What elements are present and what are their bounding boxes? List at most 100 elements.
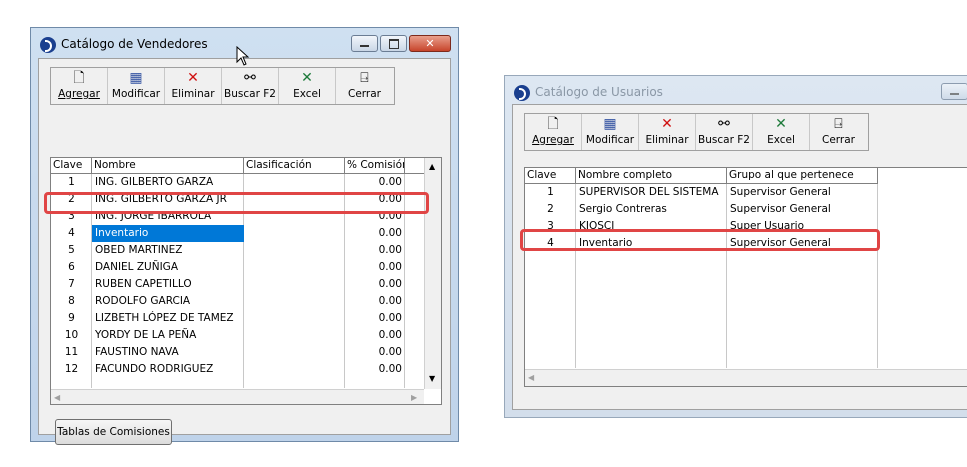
buscar-button[interactable]: ⚯ Buscar F2 (696, 114, 753, 150)
eliminar-button[interactable]: ✕ Eliminar (165, 68, 222, 104)
table-row[interactable]: 10 YORDY DE LA PEÑA 0.00 (51, 327, 405, 344)
excel-button[interactable]: ✕ Excel (279, 68, 336, 104)
window-title: Catálogo de Usuarios (535, 85, 663, 99)
usuarios-grid[interactable]: Clave Nombre completo Grupo al que perte… (524, 167, 967, 387)
scroll-left-icon[interactable]: ◀ (54, 393, 60, 402)
cell-clasificacion (244, 327, 345, 344)
delete-x-icon: ✕ (187, 70, 199, 86)
cell-comision: 0.00 (378, 227, 402, 239)
cell-comision: 0.00 (378, 261, 402, 273)
table-row[interactable]: 11 FAUSTINO NAVA 0.00 (51, 344, 405, 361)
eliminar-label: Eliminar (645, 134, 689, 146)
cerrar-button[interactable]: ⍈ Cerrar (810, 114, 867, 150)
excel-icon: ✕ (775, 116, 787, 132)
scroll-right-icon[interactable]: ▶ (411, 393, 417, 402)
buscar-button[interactable]: ⚯ Buscar F2 (222, 68, 279, 104)
eliminar-button[interactable]: ✕ Eliminar (639, 114, 696, 150)
cell-nombre: Inventario (92, 225, 244, 242)
cell-nombre: FAUSTINO NAVA (95, 346, 179, 358)
col-clave[interactable]: Clave (51, 158, 92, 174)
grid-header: Clave Nombre completo Grupo al que perte… (525, 168, 878, 184)
cell-clasificacion (244, 225, 345, 242)
table-row[interactable]: 7 RUBEN CAPETILLO 0.00 (51, 276, 405, 293)
cell-nombre: DANIEL ZUÑIGA (95, 261, 179, 273)
cell-grupo: Supervisor General (730, 186, 831, 198)
cerrar-button[interactable]: ⍈ Cerrar (336, 68, 393, 104)
minimize-icon (360, 45, 369, 47)
scroll-left-icon[interactable]: ◀ (528, 373, 534, 382)
vendedores-client: 🗋 Agregar ▦ Modificar ✕ Eliminar ⚯ Busca… (38, 58, 451, 445)
buscar-label: Buscar F2 (698, 134, 750, 146)
modificar-label: Modificar (585, 134, 635, 146)
col-nombre-completo[interactable]: Nombre completo (576, 168, 727, 184)
cell-grupo: Supervisor General (730, 203, 831, 215)
usuarios-row-highlight (520, 229, 880, 251)
cell-nombre: RUBEN CAPETILLO (95, 278, 192, 290)
cerrar-label: Cerrar (822, 134, 855, 146)
maximize-button[interactable] (380, 35, 407, 52)
table-row[interactable]: 2 Sergio Contreras Supervisor General (525, 201, 878, 218)
cell-clasificacion (244, 310, 345, 327)
excel-label: Excel (293, 88, 321, 100)
close-icon: ✕ (425, 37, 435, 50)
cell-nombre: ING. GILBERTO GARZA (95, 176, 214, 188)
cell-clave: 8 (68, 295, 75, 307)
app-logo-icon (514, 85, 530, 101)
col-grupo[interactable]: Grupo al que pertenece (727, 168, 878, 184)
scroll-down-icon[interactable]: ▼ (429, 374, 435, 383)
modificar-button[interactable]: ▦ Modificar (582, 114, 639, 150)
agregar-button[interactable]: 🗋 Agregar (51, 68, 108, 104)
eliminar-label: Eliminar (171, 88, 215, 100)
agregar-button[interactable]: 🗋 Agregar (525, 114, 582, 150)
horizontal-scrollbar[interactable]: ◀ ▶ (51, 389, 424, 404)
agregar-label: Agregar (532, 134, 574, 146)
minimize-icon (950, 93, 959, 95)
usuarios-client: 🗋 Agregar ▦ Modificar ✕ Eliminar ⚯ Busca… (512, 104, 967, 410)
cell-nombre: LIZBETH LÓPEZ DE TAMEZ (95, 312, 234, 324)
minimize-button[interactable] (351, 35, 378, 52)
table-row[interactable]: 9 LIZBETH LÓPEZ DE TAMEZ 0.00 (51, 310, 405, 327)
cell-clave: 1 (547, 186, 554, 198)
cell-comision: 0.00 (378, 312, 402, 324)
cell-comision: 0.00 (378, 278, 402, 290)
maximize-icon (389, 39, 399, 49)
cell-clasificacion (244, 242, 345, 259)
col-comision[interactable]: % Comisión (345, 158, 405, 174)
table-row[interactable]: 12 FACUNDO RODRIGUEZ 0.00 (51, 361, 405, 378)
table-row[interactable]: 1 SUPERVISOR DEL SISTEMA Supervisor Genera… (525, 184, 878, 201)
table-row[interactable]: 8 RODOLFO GARCIA 0.00 (51, 293, 405, 310)
table-row[interactable]: 1 ING. GILBERTO GARZA 0.00 (51, 174, 405, 191)
exit-door-icon: ⍈ (360, 70, 369, 86)
minimize-button[interactable] (941, 83, 967, 100)
col-clasificacion[interactable]: Clasificación (244, 158, 345, 174)
cell-clave: 1 (68, 176, 75, 188)
table-row[interactable]: 6 DANIEL ZUÑIGA 0.00 (51, 259, 405, 276)
modificar-label: Modificar (111, 88, 161, 100)
table-row[interactable]: 4 Inventario 0.00 (51, 225, 405, 242)
close-button[interactable]: ✕ (409, 35, 451, 52)
cell-clasificacion (244, 259, 345, 276)
cell-clave: 12 (64, 363, 79, 375)
new-document-icon: 🗋 (547, 116, 559, 132)
cell-clave: 9 (68, 312, 75, 324)
cell-comision: 0.00 (378, 363, 402, 375)
cell-comision: 0.00 (378, 244, 402, 256)
horizontal-scrollbar[interactable]: ◀ (525, 369, 967, 386)
usuarios-titlebar[interactable]: Catálogo de Usuarios (505, 76, 967, 106)
edit-icon: ▦ (129, 70, 143, 86)
cell-comision: 0.00 (378, 176, 402, 188)
modificar-button[interactable]: ▦ Modificar (108, 68, 165, 104)
cell-comision: 0.00 (378, 295, 402, 307)
edit-icon: ▦ (603, 116, 617, 132)
cell-clave: 6 (68, 261, 75, 273)
tablas-comisiones-button[interactable]: Tablas de Comisiones (55, 419, 172, 445)
col-clave[interactable]: Clave (525, 168, 576, 184)
cell-clave: 7 (68, 278, 75, 290)
excel-button[interactable]: ✕ Excel (753, 114, 810, 150)
cell-clasificacion (244, 361, 345, 378)
scroll-up-icon[interactable]: ▲ (429, 162, 435, 171)
col-nombre[interactable]: Nombre (92, 158, 244, 174)
table-row[interactable]: 5 OBED MARTINEZ 0.00 (51, 242, 405, 259)
cell-comision: 0.00 (378, 346, 402, 358)
excel-icon: ✕ (301, 70, 313, 86)
